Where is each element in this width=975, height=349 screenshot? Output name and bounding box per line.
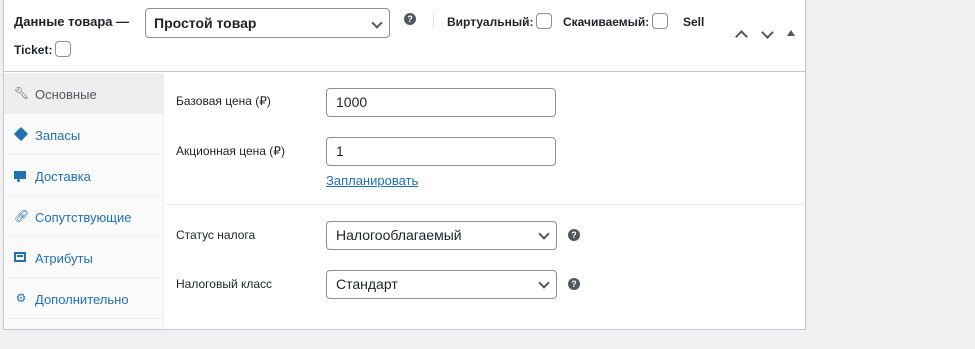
tab-shipping[interactable]: Доставка: [4, 155, 163, 196]
virtual-label: Виртуальный:: [447, 15, 534, 29]
tax-class-select[interactable]: Стандарт: [326, 270, 557, 299]
chevron-down-icon: [538, 277, 550, 289]
help-icon[interactable]: ?: [404, 13, 416, 25]
virtual-option[interactable]: Виртуальный:: [447, 13, 553, 30]
tab-label: Сопутствующие: [35, 210, 132, 225]
product-data-tabs: 🔧︎ Основные Запасы Доставка 🔗︎ Сопутству…: [4, 73, 164, 329]
chevron-down-icon: [538, 228, 550, 240]
divider: [433, 14, 434, 28]
tab-label: Атрибуты: [35, 251, 93, 266]
tax-class-value: Стандарт: [336, 276, 398, 292]
tax-class-label: Налоговый класс: [176, 277, 273, 291]
ticket-label: Ticket:: [14, 43, 53, 57]
move-up-icon[interactable]: [735, 28, 747, 40]
regular-price-label: Базовая цена (₽): [176, 94, 271, 108]
tab-label: Дополнительно: [35, 292, 129, 307]
toggle-panel-icon[interactable]: [787, 30, 795, 36]
tax-status-help-icon[interactable]: ?: [568, 229, 580, 241]
tab-label: Основные: [35, 87, 97, 102]
tab-attributes[interactable]: Атрибуты: [4, 237, 163, 278]
tax-class-help-icon[interactable]: ?: [568, 278, 580, 290]
schedule-link[interactable]: Запланировать: [326, 173, 418, 188]
sale-price-input[interactable]: 1: [326, 137, 556, 166]
gear-icon: ⚙︎: [15, 291, 27, 305]
virtual-checkbox[interactable]: [536, 13, 553, 30]
divider: [165, 204, 805, 205]
chevron-down-icon: [371, 17, 383, 29]
tab-general[interactable]: 🔧︎ Основные: [4, 73, 163, 114]
panel-title: Данные товара —: [14, 14, 130, 29]
tab-linked-products[interactable]: 🔗︎ Сопутствующие: [4, 196, 163, 237]
product-data-panel: Данные товара — Простой товар ? Виртуаль…: [3, 0, 806, 330]
product-type-value: Простой товар: [154, 15, 257, 31]
tax-status-label: Статус налога: [176, 228, 256, 242]
regular-price-input[interactable]: 1000: [326, 88, 556, 117]
inventory-icon: [13, 126, 29, 142]
tab-advanced[interactable]: ⚙︎ Дополнительно: [4, 278, 163, 319]
tab-label: Запасы: [35, 128, 81, 143]
truck-icon: [14, 168, 28, 182]
tax-status-select[interactable]: Налогооблагаемый: [326, 221, 557, 250]
ticket-option[interactable]: Ticket:: [14, 41, 72, 58]
product-data-header: Данные товара — Простой товар ? Виртуаль…: [4, 0, 805, 72]
tab-label: Доставка: [35, 169, 91, 184]
downloadable-option[interactable]: Скачиваемый:: [563, 13, 669, 30]
general-tab-content: Базовая цена (₽) 1000 Акционная цена (₽)…: [165, 73, 805, 329]
product-type-select[interactable]: Простой товар: [145, 8, 390, 38]
tab-inventory[interactable]: Запасы: [4, 114, 163, 155]
ticket-checkbox[interactable]: [55, 41, 72, 58]
downloadable-label: Скачиваемый:: [563, 15, 650, 29]
sale-price-label: Акционная цена (₽): [176, 144, 285, 158]
move-down-icon[interactable]: [761, 28, 773, 40]
sell-label: Sell: [683, 15, 705, 29]
list-icon: [14, 250, 28, 264]
wrench-icon: 🔧︎: [14, 86, 30, 100]
downloadable-checkbox[interactable]: [652, 13, 669, 30]
link-icon: 🔗︎: [14, 209, 30, 223]
tax-status-value: Налогооблагаемый: [336, 227, 462, 243]
